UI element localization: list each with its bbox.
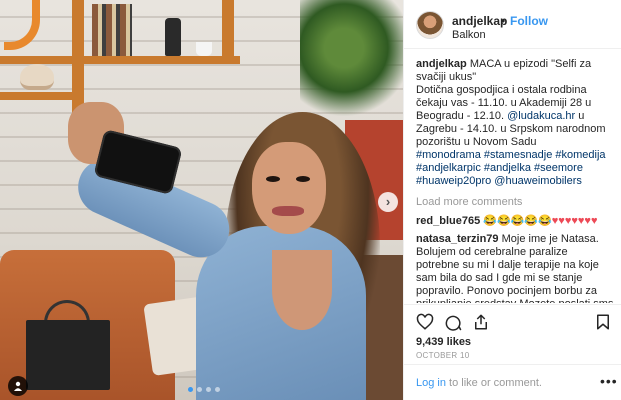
comment-username[interactable]: red_blue765 xyxy=(416,215,480,227)
avatar[interactable] xyxy=(416,11,444,39)
carousel-dot[interactable] xyxy=(197,387,202,392)
carousel-dots[interactable] xyxy=(188,387,220,392)
black-bag xyxy=(26,320,110,390)
share-icon[interactable] xyxy=(472,313,490,331)
post-header: andjelkap • Follow Balkon xyxy=(404,0,621,49)
eye xyxy=(266,176,280,182)
bookmark-icon[interactable] xyxy=(594,313,612,331)
cup xyxy=(196,42,212,56)
woman-face xyxy=(252,142,326,234)
location-link[interactable]: Balkon xyxy=(452,29,486,41)
carousel-dot[interactable] xyxy=(206,387,211,392)
neckline xyxy=(272,250,332,330)
user-tag-icon[interactable] xyxy=(8,376,28,396)
shelf-board xyxy=(0,56,240,64)
plant xyxy=(300,0,403,120)
eye xyxy=(296,176,310,182)
login-link[interactable]: Log in xyxy=(416,377,446,389)
comment-hearts: ♥♥♥♥♥♥♥ xyxy=(551,215,598,227)
carousel-dot[interactable] xyxy=(188,387,193,392)
next-photo-arrow-icon[interactable]: › xyxy=(378,192,398,212)
post-side-panel: andjelkap • Follow Balkon andjelkap MACA… xyxy=(403,0,621,400)
load-more-comments-button[interactable]: Load more comments xyxy=(416,196,614,209)
post-date: OCTOBER 10 xyxy=(416,351,470,360)
comments-list[interactable]: andjelkap MACA u epizodi "Selfi za svači… xyxy=(416,58,614,303)
lips xyxy=(272,206,304,216)
login-footer: Log in to like or comment. ••• xyxy=(404,364,621,400)
post-photo[interactable]: › xyxy=(0,0,403,400)
caption-mention[interactable]: @ludakuca.hr xyxy=(507,110,575,122)
books xyxy=(92,4,132,56)
shelf-board xyxy=(0,92,80,100)
comment-username[interactable]: natasa_terzin79 xyxy=(416,233,499,245)
header-separator: • xyxy=(501,14,506,28)
hat xyxy=(20,64,54,90)
bottle xyxy=(165,18,181,56)
follow-button[interactable]: Follow xyxy=(510,14,548,28)
caption-hashtags[interactable]: #monodrama #stamesnadje #komedija #andje… xyxy=(416,149,606,187)
header-username[interactable]: andjelkap xyxy=(452,14,507,28)
heart-icon[interactable] xyxy=(416,313,434,331)
login-prompt-text: to like or comment. xyxy=(445,377,542,389)
login-prompt: Log in to like or comment. xyxy=(416,377,542,389)
comment-icon[interactable] xyxy=(444,313,462,331)
list-item: red_blue765 😂😂😂😂😂♥♥♥♥♥♥♥ xyxy=(416,215,614,228)
list-item: natasa_terzin79 Moje ime je Natasa. Bolu… xyxy=(416,233,614,303)
carousel-dot[interactable] xyxy=(215,387,220,392)
action-bar xyxy=(404,304,621,338)
comment-text: 😂😂😂😂😂 xyxy=(483,215,552,227)
person-icon xyxy=(14,381,22,391)
shelf-post xyxy=(222,0,234,60)
more-options-icon[interactable]: ••• xyxy=(600,373,618,389)
caption-username[interactable]: andjelkap xyxy=(416,58,467,70)
likes-count[interactable]: 9,439 likes xyxy=(416,336,471,348)
caption: andjelkap MACA u epizodi "Selfi za svači… xyxy=(416,58,614,188)
